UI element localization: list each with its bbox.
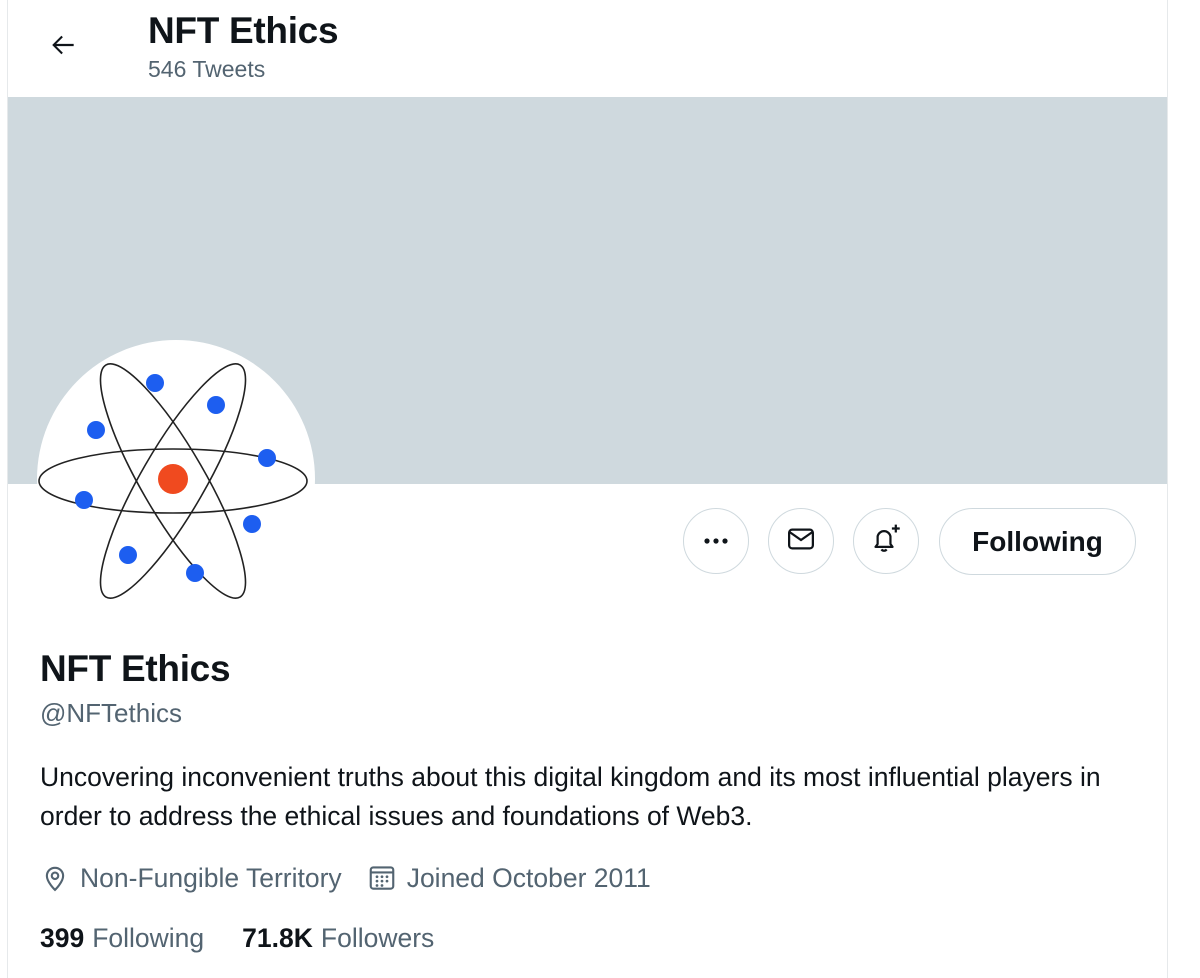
tweet-count: 546 Tweets — [148, 56, 266, 82]
joined-date-text: Joined October 2011 — [406, 862, 651, 893]
mail-icon — [786, 524, 816, 559]
arrow-left-icon — [47, 29, 79, 66]
back-button[interactable] — [42, 26, 84, 68]
following-label: Following — [92, 922, 205, 953]
following-count: 399 — [40, 922, 85, 953]
joined-item: Joined October 2011 — [367, 863, 651, 894]
notifications-button[interactable] — [853, 508, 919, 574]
display-name: NFT Ethics — [40, 648, 231, 689]
more-horizontal-icon — [703, 532, 729, 550]
profile-header: NFT Ethics 546 Tweets — [8, 0, 1167, 97]
following-button[interactable]: Following — [939, 508, 1136, 575]
profile-page: NFT Ethics 546 Tweets Following NFT Ethi… — [0, 0, 1200, 978]
column-divider-right — [1167, 0, 1168, 978]
followers-label: Followers — [320, 922, 435, 953]
atom-logo-icon — [38, 363, 308, 599]
location-text: Non-Fungible Territory — [80, 862, 342, 893]
message-button[interactable] — [768, 508, 834, 574]
bell-plus-icon — [869, 522, 903, 561]
calendar-icon — [367, 863, 397, 893]
header-title: NFT Ethics — [148, 10, 339, 51]
avatar[interactable] — [37, 340, 315, 618]
follow-stats: 399 Following 71.8K Followers — [40, 918, 434, 958]
more-button[interactable] — [683, 508, 749, 574]
location-pin-icon — [40, 863, 70, 893]
following-stat-link[interactable]: 399 Following — [40, 923, 204, 954]
user-handle: @NFTethics — [40, 698, 182, 728]
profile-meta: Non-Fungible Territory Joined October 20… — [40, 858, 651, 898]
profile-bio: Uncovering inconvenient truths about thi… — [40, 762, 1101, 831]
followers-stat-link[interactable]: 71.8K Followers — [242, 923, 434, 954]
location-item: Non-Fungible Territory — [40, 863, 342, 894]
followers-count: 71.8K — [242, 922, 313, 953]
